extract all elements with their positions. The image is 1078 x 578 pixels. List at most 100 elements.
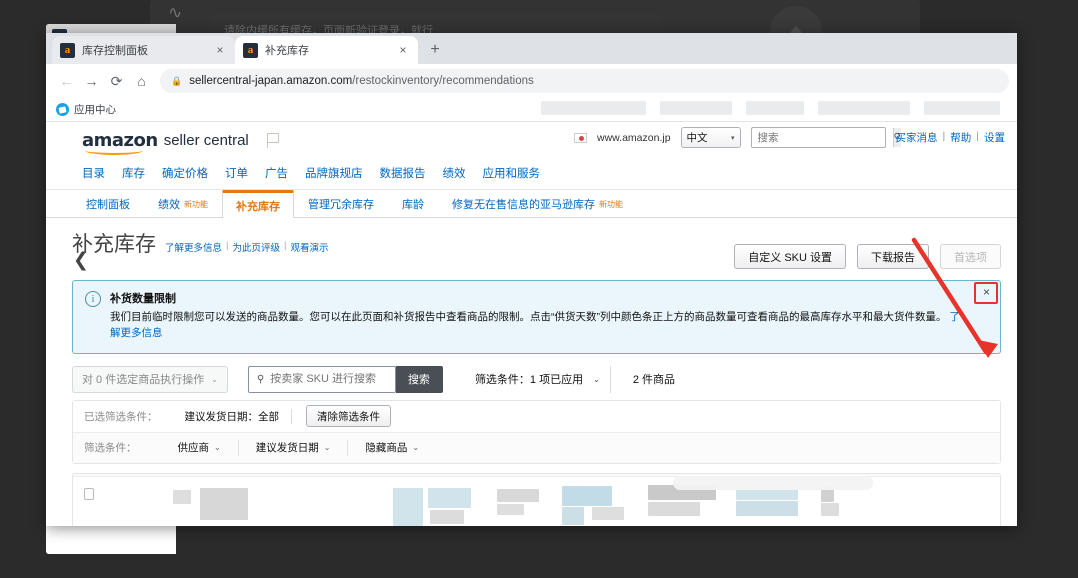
- tab-restock-inventory[interactable]: 补充库存: [222, 190, 294, 218]
- sku-search-field[interactable]: ⚲: [247, 365, 396, 393]
- tab-fix-stranded-inventory[interactable]: 修复无在售信息的亚马逊库存 新功能: [438, 190, 637, 217]
- restock-table: [72, 472, 1001, 526]
- nav-item-performance[interactable]: 绩效: [443, 165, 466, 181]
- redacted-cell: [497, 503, 524, 515]
- nav-item-reports[interactable]: 数据报告: [380, 165, 426, 181]
- nav-item-ads[interactable]: 广告: [265, 165, 288, 181]
- nav-item-brand-store[interactable]: 品牌旗规店: [305, 165, 363, 181]
- jp-flag-icon: [574, 132, 587, 143]
- list-toolbar: 对 0 件选定商品执行操作 ⌄ ⚲ 搜索 筛选条件：1 项已应用 ⌄ 2 件商品: [72, 365, 1001, 393]
- tab-performance[interactable]: 绩效 新功能: [144, 190, 222, 217]
- tab-label: 补充库存: [236, 200, 280, 213]
- customize-sku-settings-button[interactable]: 自定义 SKU 设置: [734, 244, 846, 269]
- tab-inventory-age[interactable]: 库龄: [388, 190, 438, 217]
- header-links: 买家消息 | 帮助 | 设置: [896, 130, 1005, 145]
- chrome-browser-window: a 库存控制面板 × a 补充库存 × + ← → ⟳ ⌂ 🔒 sellerce…: [46, 33, 1017, 526]
- tab-strip-empty-area: [717, 33, 1017, 64]
- search-icon: ⚲: [256, 373, 265, 385]
- link-watch-demo[interactable]: 观看演示: [290, 240, 328, 254]
- url-host: sellercentral-japan.amazon.com: [189, 75, 353, 87]
- bookmark-redacted-3[interactable]: [746, 101, 804, 115]
- restock-limit-alert: i 补货数量限制 我们目前临时限制您可以发送的商品数量。您可以在此页面和补货报告…: [72, 280, 1001, 354]
- back-button[interactable]: ←: [54, 69, 79, 94]
- language-value: 中文: [686, 132, 708, 144]
- divider: |: [284, 240, 287, 251]
- preferences-button[interactable]: 首选项: [940, 244, 1001, 269]
- redacted-cell: [592, 506, 624, 520]
- home-button[interactable]: ⌂: [129, 69, 154, 94]
- item-count-label: 2 件商品: [632, 374, 676, 387]
- divider: |: [976, 130, 979, 142]
- alert-title: 补货数量限制: [110, 293, 176, 305]
- nav-item-pricing[interactable]: 确定价格: [162, 165, 208, 181]
- bookmark-redacted-2[interactable]: [660, 101, 732, 115]
- bookmark-redacted-1[interactable]: [541, 101, 646, 115]
- filter-ship-date-dropdown[interactable]: 建议发货日期 ⌄: [239, 439, 349, 456]
- applied-filter-chip: 建议发货日期：全部: [185, 408, 292, 424]
- flag-icon[interactable]: [266, 132, 280, 148]
- brand-row: amazon seller central www.amazon.jp 中文 ▾…: [46, 122, 1017, 158]
- new-tab-button[interactable]: +: [422, 37, 448, 63]
- address-bar[interactable]: 🔒 sellercentral-japan.amazon.com /restoc…: [160, 69, 1009, 93]
- browser-tab-inventory-dashboard[interactable]: a 库存控制面板 ×: [52, 36, 235, 64]
- seller-central-header: amazon seller central www.amazon.jp 中文 ▾…: [46, 122, 1017, 190]
- tab-manage-excess-inventory[interactable]: 管理冗余库存: [294, 190, 388, 217]
- header-search-input[interactable]: [751, 128, 893, 147]
- nav-item-inventory[interactable]: 库存: [122, 165, 145, 181]
- filters-label: 筛选条件：: [84, 442, 137, 455]
- browser-tab-strip: a 库存控制面板 × a 补充库存 × +: [46, 33, 1017, 64]
- header-link-settings[interactable]: 设置: [984, 130, 1005, 145]
- tab-label: 绩效: [158, 199, 180, 211]
- bulk-action-dropdown[interactable]: 对 0 件选定商品执行操作 ⌄: [72, 365, 228, 393]
- sub-navigation-tabs: 控制面板 绩效 新功能 补充库存 管理冗余库存 库龄 修复无在售信息的亚马逊库存…: [46, 190, 1017, 218]
- nav-item-apps-services[interactable]: 应用和服务: [483, 165, 541, 181]
- sku-search-input[interactable]: [270, 373, 381, 386]
- filter-label: 供应商: [177, 442, 210, 455]
- bookmark-redacted-5[interactable]: [924, 101, 1000, 115]
- marketplace-domain: www.amazon.jp: [597, 131, 671, 144]
- filter-supplier-dropdown[interactable]: 供应商 ⌄: [161, 439, 239, 456]
- divider: |: [226, 240, 229, 251]
- redacted-cell: [428, 487, 471, 508]
- download-report-button[interactable]: 下载报告: [857, 244, 929, 269]
- browser-tab-restock-inventory[interactable]: a 补充库存 ×: [235, 36, 418, 64]
- amazon-smile-icon: [85, 146, 143, 155]
- clear-filters-button[interactable]: 清除筛选条件: [306, 405, 391, 428]
- page-viewport: amazon seller central www.amazon.jp 中文 ▾…: [46, 122, 1017, 526]
- header-link-help[interactable]: 帮助: [950, 130, 971, 145]
- amazon-logo[interactable]: amazon: [82, 130, 158, 155]
- filter-controls-row: 筛选条件： 供应商 ⌄ 建议发货日期 ⌄ 隐藏商品 ⌄: [73, 431, 1000, 463]
- header-link-messages[interactable]: 买家消息: [896, 130, 938, 145]
- applied-filters-label: 已选筛选条件：: [84, 410, 158, 423]
- filter-hidden-items-dropdown[interactable]: 隐藏商品 ⌄: [348, 440, 436, 456]
- tab-label: 控制面板: [86, 199, 130, 211]
- search-button[interactable]: 搜索: [395, 365, 443, 393]
- tab-label: 库龄: [402, 199, 424, 211]
- filter-summary-dropdown[interactable]: 筛选条件：1 项已应用 ⌄: [465, 365, 611, 393]
- link-learn-more[interactable]: 了解更多信息: [165, 240, 222, 254]
- reload-button[interactable]: ⟳: [104, 69, 129, 94]
- chevron-down-icon: ⌄: [323, 443, 331, 453]
- alert-body: 我们目前临时限制您可以发送的商品数量。您可以在此页面和补货报告中查看商品的限制。…: [110, 309, 966, 342]
- close-icon[interactable]: ×: [213, 44, 227, 56]
- redacted-overlay: [673, 475, 873, 490]
- bookmark-label: 应用中心: [74, 104, 116, 116]
- nav-item-catalog[interactable]: 目录: [82, 165, 105, 181]
- info-icon: i: [85, 291, 101, 307]
- nav-item-orders[interactable]: 订单: [225, 165, 248, 181]
- annotation-highlight-box: [974, 282, 998, 304]
- row-select-checkbox[interactable]: [84, 487, 94, 500]
- forward-button[interactable]: →: [79, 69, 104, 94]
- close-icon[interactable]: ×: [396, 44, 410, 56]
- bookmark-app-center[interactable]: 应用中心: [56, 102, 116, 117]
- bookmarks-bar: 应用中心: [46, 98, 1017, 122]
- tab-dashboard[interactable]: 控制面板: [72, 190, 144, 217]
- header-search[interactable]: ⚲: [750, 127, 901, 148]
- page-action-buttons: 自定义 SKU 设置 下载报告 首选项: [734, 244, 1001, 269]
- chevron-down-icon: ⌄: [214, 443, 221, 453]
- tab-title: 补充库存: [265, 45, 309, 57]
- link-rate-page[interactable]: 为此页评级: [232, 240, 280, 254]
- bookmark-redacted-4[interactable]: [818, 101, 910, 115]
- seller-central-text: seller central: [163, 131, 249, 149]
- language-select[interactable]: 中文 ▾: [680, 127, 741, 148]
